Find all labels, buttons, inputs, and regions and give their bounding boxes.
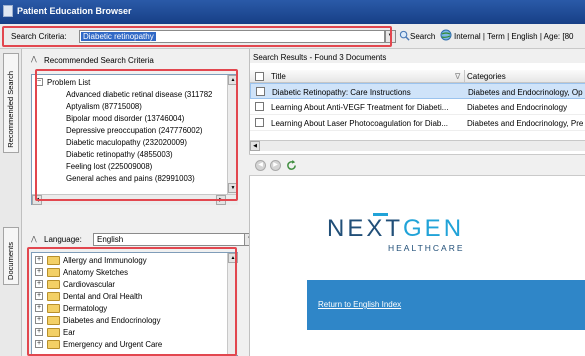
search-criteria-input[interactable]: Diabetic retinopathy <box>79 30 385 43</box>
expand-node-icon[interactable]: + <box>35 316 43 324</box>
tab-documents[interactable]: Documents <box>3 227 19 285</box>
search-button[interactable]: Search <box>410 32 435 41</box>
column-categories[interactable]: Categories <box>467 72 506 81</box>
recommended-search-pane: ⋀ Recommended Search Criteria − Problem … <box>23 49 247 212</box>
index-banner: Return to English Index <box>307 280 585 330</box>
select-all-checkbox[interactable] <box>255 72 264 81</box>
expand-node-icon[interactable]: + <box>35 280 43 288</box>
expand-node-icon[interactable]: + <box>35 256 43 264</box>
column-title[interactable]: Title <box>271 72 286 81</box>
problem-list-tree: − Problem List Advanced diabetic retinal… <box>31 74 238 205</box>
search-toolbar: Search Criteria: Diabetic retinopathy ▼ … <box>0 24 585 49</box>
expand-node-icon[interactable]: + <box>35 268 43 276</box>
table-row[interactable]: Diabetic Retinopathy: Care Instructions … <box>250 83 585 99</box>
list-item[interactable]: General aches and pains (82991003) <box>66 173 195 184</box>
collapse-icon[interactable]: ⋀ <box>31 235 37 243</box>
document-folder-tree: + Allergy and Immunology + Anatomy Sketc… <box>31 252 238 356</box>
language-value: English <box>97 235 124 244</box>
scroll-down-arrow-icon[interactable]: ▼ <box>228 183 238 193</box>
folder-icon <box>47 280 60 289</box>
scroll-left-arrow-icon[interactable]: ◀ <box>32 195 42 205</box>
language-label: Language: <box>44 235 82 244</box>
tree-horizontal-scrollbar[interactable]: ◀ ▶ <box>32 194 238 205</box>
scroll-left-arrow-icon[interactable]: ◀ <box>250 141 260 151</box>
folder-icon <box>47 292 60 301</box>
search-criteria-value: Diabetic retinopathy <box>81 32 156 41</box>
tab-recommended-search[interactable]: Recommended Search <box>3 53 19 153</box>
back-icon[interactable]: ◀ <box>255 160 266 171</box>
scroll-right-arrow-icon[interactable]: ▶ <box>216 195 226 205</box>
expand-node-icon[interactable]: + <box>35 304 43 312</box>
list-item[interactable]: Diabetic retinopathy (4855003) <box>66 149 173 160</box>
folder-icon <box>47 340 60 349</box>
folder-icon <box>47 316 60 325</box>
forward-icon[interactable]: ▶ <box>270 160 281 171</box>
list-item[interactable]: Bipolar mood disorder (13746004) <box>66 113 184 124</box>
tree-vertical-scrollbar[interactable]: ▲ ▼ <box>227 75 238 194</box>
app-icon <box>3 5 13 17</box>
folder-tree-scrollbar[interactable]: ▲ <box>227 253 238 355</box>
collapse-node-icon[interactable]: − <box>35 78 43 86</box>
results-count: Search Results - Found 3 Documents <box>253 53 387 62</box>
search-filters-summary[interactable]: Internal | Term | English | Age: [80 <box>454 32 573 41</box>
collapse-icon[interactable]: ⋀ <box>31 55 37 63</box>
sort-icon[interactable]: ∇ <box>455 72 460 81</box>
expand-node-icon[interactable]: + <box>35 328 43 336</box>
side-tab-strip: Recommended Search Documents <box>0 49 22 356</box>
results-horizontal-scrollbar[interactable]: ◀ <box>250 140 585 151</box>
documents-pane: ⋀ Language: English ▼ + Allergy and Immu… <box>23 220 256 356</box>
results-header: Search Results - Found 3 Documents <box>250 49 585 63</box>
results-grid-header: Title ∇ Categories <box>250 70 585 83</box>
list-item[interactable]: Advanced diabetic retinal disease (31178… <box>66 89 212 100</box>
search-criteria-label: Search Criteria: <box>11 32 67 41</box>
table-row[interactable]: Learning About Laser Photocoagulation fo… <box>250 115 585 131</box>
scroll-up-arrow-icon[interactable]: ▲ <box>228 253 238 263</box>
recommended-pane-title: Recommended Search Criteria <box>44 56 154 65</box>
language-select[interactable]: English ▼ <box>93 233 256 246</box>
filter-settings-icon[interactable] <box>440 29 452 41</box>
expand-node-icon[interactable]: + <box>35 292 43 300</box>
refresh-icon[interactable] <box>286 160 297 171</box>
window-title: Patient Education Browser <box>17 6 132 16</box>
expand-node-icon[interactable]: + <box>35 340 43 348</box>
table-row[interactable]: Learning About Anti-VEGF Treatment for D… <box>250 99 585 115</box>
list-item[interactable]: Diabetic maculopathy (232020009) <box>66 137 187 148</box>
return-to-index-link[interactable]: Return to English Index <box>318 300 401 309</box>
folder-icon <box>47 328 60 337</box>
search-icon[interactable] <box>399 30 410 41</box>
row-checkbox[interactable] <box>256 87 265 96</box>
row-checkbox[interactable] <box>255 118 264 127</box>
folder-icon <box>47 304 60 313</box>
document-viewer: NEXTGEN HEALTHCARE Return to English Ind… <box>249 176 585 356</box>
folder-icon <box>47 268 60 277</box>
scroll-up-arrow-icon[interactable]: ▲ <box>228 75 238 85</box>
viewer-toolbar: ◀ ▶ <box>249 154 585 176</box>
search-results-panel: Search Results - Found 3 Documents Title… <box>249 49 585 154</box>
list-item[interactable]: Aptyalism (87715008) <box>66 101 142 112</box>
search-criteria-dropdown[interactable]: ▼ <box>385 30 396 43</box>
title-bar: Patient Education Browser <box>0 0 585 24</box>
list-item[interactable]: Feeling lost (225009008) <box>66 161 152 172</box>
folder-icon <box>47 256 60 265</box>
row-checkbox[interactable] <box>255 102 264 111</box>
list-item[interactable]: Depressive preoccupation (247776002) <box>66 125 203 136</box>
recommended-pane-header: ⋀ Recommended Search Criteria <box>23 53 247 67</box>
